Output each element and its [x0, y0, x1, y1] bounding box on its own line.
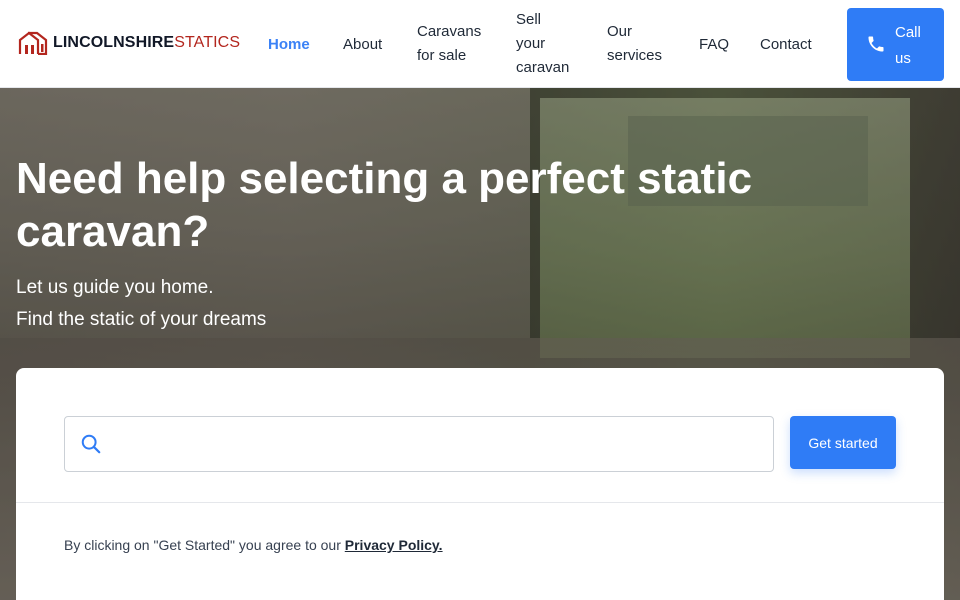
nav-sell-your-caravan[interactable]: Sell your caravan — [516, 8, 569, 80]
call-label-line1: Call — [895, 24, 921, 41]
nav-caravans-for-sale[interactable]: Caravans for sale — [417, 20, 481, 68]
site-header: LINCOLNSHIRE STATICS Home About Caravans … — [0, 0, 960, 88]
nav-sell-line1: Sell — [516, 11, 542, 28]
search-box[interactable] — [64, 416, 774, 472]
phone-icon — [868, 36, 884, 52]
call-label-line2: us — [895, 50, 911, 67]
search-input[interactable] — [117, 425, 757, 463]
hero-subtitle-2: Find the static of your dreams — [16, 309, 267, 330]
nav-caravans-line2: for sale — [417, 47, 467, 64]
hero-subtitle-1: Let us guide you home. — [16, 277, 214, 298]
consent-body: By clicking on "Get Started" you agree t… — [64, 537, 345, 553]
search-icon — [81, 434, 101, 454]
brand-name-part2: STATICS — [174, 34, 241, 51]
call-us-label: Call us — [895, 20, 935, 72]
card-divider — [16, 502, 944, 503]
nav-sell-line3: caravan — [516, 59, 570, 76]
nav-sell-line2: your — [516, 35, 546, 52]
hero-title: Need help selecting a perfect static car… — [16, 154, 753, 256]
nav-faq[interactable]: FAQ — [699, 33, 729, 57]
nav-contact[interactable]: Contact — [760, 33, 812, 57]
nav-caravans-line1: Caravans — [417, 23, 482, 40]
nav-services-line2: services — [607, 47, 663, 64]
brand-name-part1: LINCOLNSHIRE — [53, 34, 175, 51]
call-us-button[interactable]: Call us — [847, 8, 944, 81]
nav-our-services[interactable]: Our services — [607, 20, 662, 68]
consent-text: By clicking on "Get Started" you agree t… — [64, 536, 443, 554]
nav-services-line1: Our — [607, 23, 633, 40]
get-started-button[interactable]: Get started — [790, 416, 896, 469]
privacy-policy-link[interactable]: Privacy Policy. — [345, 537, 443, 553]
nav-home[interactable]: Home — [268, 33, 310, 57]
brand-logo[interactable]: LINCOLNSHIRE STATICS — [18, 30, 240, 56]
search-card: Get started By clicking on "Get Started"… — [16, 368, 944, 600]
nav-about[interactable]: About — [343, 33, 382, 57]
house-logo-icon — [18, 31, 48, 55]
